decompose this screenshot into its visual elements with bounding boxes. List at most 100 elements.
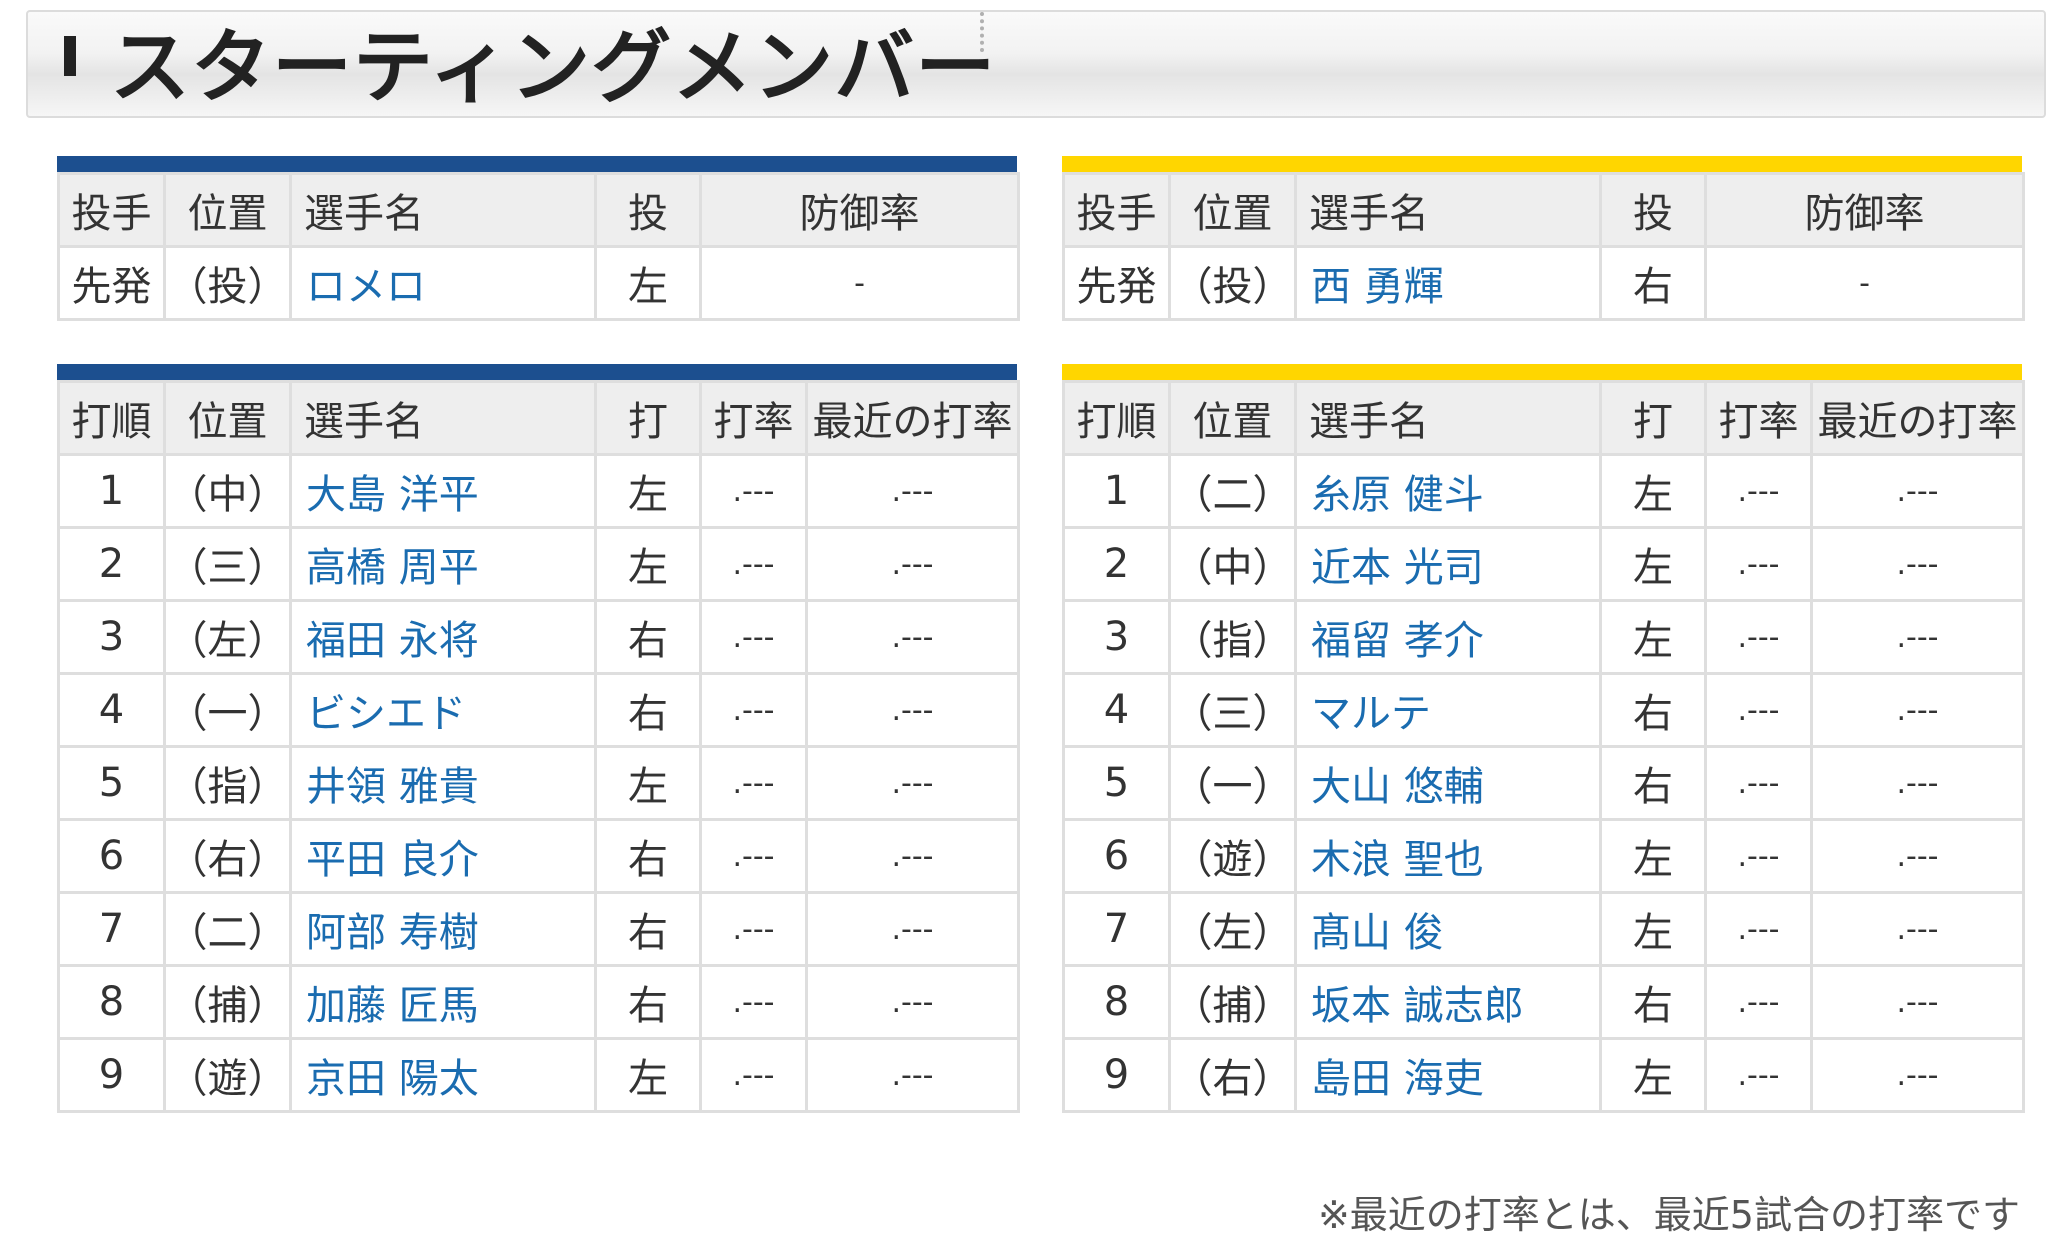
player-recent-average: .--- — [1810, 526, 2025, 602]
player-name-link[interactable]: 近本 光司 — [1294, 526, 1602, 602]
player-name-link[interactable]: 大島 洋平 — [289, 453, 597, 529]
player-bats: 右 — [594, 599, 702, 675]
player-name-link[interactable]: 高橋 周平 — [289, 526, 597, 602]
player-position: （一） — [163, 672, 292, 748]
player-position: （捕） — [1168, 964, 1297, 1040]
batting-order: 4 — [1062, 672, 1171, 748]
right-team-stripe — [1062, 364, 2022, 380]
player-bats: 右 — [594, 672, 702, 748]
player-name-link[interactable]: 福留 孝介 — [1294, 599, 1602, 675]
pitcher-role: 先発 — [1062, 245, 1171, 321]
player-recent-average: .--- — [1810, 599, 2025, 675]
header-batting-average: 打率 — [1704, 380, 1813, 456]
title-bar: スターティングメンバー — [26, 10, 2046, 118]
batting-order: 4 — [57, 672, 166, 748]
batting-order: 5 — [1062, 745, 1171, 821]
left-lineup-table: 打順 位置 選手名 打 打率 最近の打率 1 （中） 大島 洋平 左 .--- … — [57, 364, 1020, 1113]
pitcher-header-row: 投手 位置 選手名 投 防御率 — [1062, 172, 2025, 248]
lineup-row: 2 （中） 近本 光司 左 .--- .--- — [1062, 526, 2025, 602]
player-average: .--- — [1704, 818, 1813, 894]
header-pitcher: 投手 — [1062, 172, 1171, 248]
batting-order: 9 — [1062, 1037, 1171, 1113]
lineup-row: 7 （左） 髙山 俊 左 .--- .--- — [1062, 891, 2025, 967]
player-recent-average: .--- — [805, 964, 1020, 1040]
player-bats: 右 — [594, 891, 702, 967]
player-position: （右） — [1168, 1037, 1297, 1113]
player-name-link[interactable]: 京田 陽太 — [289, 1037, 597, 1113]
header-batting-average: 打率 — [699, 380, 808, 456]
player-name-link[interactable]: 糸原 健斗 — [1294, 453, 1602, 529]
player-bats: 左 — [594, 453, 702, 529]
pitcher-position: （投） — [1168, 245, 1297, 321]
header-batting-order: 打順 — [57, 380, 166, 456]
player-name-link[interactable]: 井領 雅貴 — [289, 745, 597, 821]
player-recent-average: .--- — [805, 453, 1020, 529]
footnote: ※最近の打率とは、最近5試合の打率です — [1317, 1193, 2020, 1237]
player-recent-average: .--- — [805, 526, 1020, 602]
batting-order: 3 — [57, 599, 166, 675]
player-average: .--- — [1704, 745, 1813, 821]
title-divider — [980, 12, 988, 52]
player-recent-average: .--- — [1810, 818, 2025, 894]
player-average: .--- — [699, 964, 808, 1040]
lineup-header-row: 打順 位置 選手名 打 打率 最近の打率 — [1062, 380, 2025, 456]
left-team-stripe — [57, 156, 1017, 172]
player-name-link[interactable]: 坂本 誠志郎 — [1294, 964, 1602, 1040]
batting-order: 1 — [57, 453, 166, 529]
player-average: .--- — [699, 599, 808, 675]
header-player-name: 選手名 — [289, 380, 597, 456]
player-name-link[interactable]: 髙山 俊 — [1294, 891, 1602, 967]
player-name-link[interactable]: 木浪 聖也 — [1294, 818, 1602, 894]
header-bats: 打 — [594, 380, 702, 456]
player-name-link[interactable]: 島田 海吏 — [1294, 1037, 1602, 1113]
header-player-name: 選手名 — [1294, 172, 1602, 248]
pitcher-hand: 右 — [1599, 245, 1707, 321]
player-bats: 右 — [594, 964, 702, 1040]
pitcher-name-link[interactable]: 西 勇輝 — [1294, 245, 1602, 321]
header-recent-average: 最近の打率 — [805, 380, 1020, 456]
lineup-row: 4 （三） マルテ 右 .--- .--- — [1062, 672, 2025, 748]
header-recent-average: 最近の打率 — [1810, 380, 2025, 456]
player-recent-average: .--- — [805, 891, 1020, 967]
lineup-row: 1 （中） 大島 洋平 左 .--- .--- — [57, 453, 1020, 529]
batting-order: 8 — [1062, 964, 1171, 1040]
player-name-link[interactable]: 大山 悠輔 — [1294, 745, 1602, 821]
lineup-row: 2 （三） 高橋 周平 左 .--- .--- — [57, 526, 1020, 602]
player-average: .--- — [699, 745, 808, 821]
right-lineup-table: 打順 位置 選手名 打 打率 最近の打率 1 （二） 糸原 健斗 左 .--- … — [1062, 364, 2025, 1113]
header-throws: 投 — [1599, 172, 1707, 248]
player-position: （三） — [163, 526, 292, 602]
player-average: .--- — [1704, 1037, 1813, 1113]
pitcher-name-link[interactable]: ロメロ — [289, 245, 597, 321]
player-position: （右） — [163, 818, 292, 894]
player-name-link[interactable]: マルテ — [1294, 672, 1602, 748]
player-position: （左） — [163, 599, 292, 675]
player-average: .--- — [699, 672, 808, 748]
pitcher-era: - — [699, 245, 1020, 321]
pitcher-row: 先発 （投） ロメロ 左 - — [57, 245, 1020, 321]
player-recent-average: .--- — [805, 599, 1020, 675]
player-name-link[interactable]: ビシエド — [289, 672, 597, 748]
player-bats: 右 — [1599, 964, 1707, 1040]
player-recent-average: .--- — [1810, 1037, 2025, 1113]
lineup-row: 8 （捕） 坂本 誠志郎 右 .--- .--- — [1062, 964, 2025, 1040]
header-bats: 打 — [1599, 380, 1707, 456]
player-bats: 左 — [1599, 1037, 1707, 1113]
player-recent-average: .--- — [1810, 745, 2025, 821]
header-batting-order: 打順 — [1062, 380, 1171, 456]
pitcher-header-row: 投手 位置 選手名 投 防御率 — [57, 172, 1020, 248]
batting-order: 7 — [1062, 891, 1171, 967]
player-name-link[interactable]: 平田 良介 — [289, 818, 597, 894]
player-bats: 右 — [594, 818, 702, 894]
pitcher-position: （投） — [163, 245, 292, 321]
player-name-link[interactable]: 阿部 寿樹 — [289, 891, 597, 967]
player-name-link[interactable]: 福田 永将 — [289, 599, 597, 675]
player-recent-average: .--- — [805, 745, 1020, 821]
batting-order: 2 — [1062, 526, 1171, 602]
right-pitcher-table: 投手 位置 選手名 投 防御率 先発 （投） 西 勇輝 右 - — [1062, 156, 2025, 321]
player-recent-average: .--- — [1810, 453, 2025, 529]
player-position: （中） — [1168, 526, 1297, 602]
left-pitcher-table: 投手 位置 選手名 投 防御率 先発 （投） ロメロ 左 - — [57, 156, 1020, 321]
player-bats: 左 — [1599, 526, 1707, 602]
player-name-link[interactable]: 加藤 匠馬 — [289, 964, 597, 1040]
